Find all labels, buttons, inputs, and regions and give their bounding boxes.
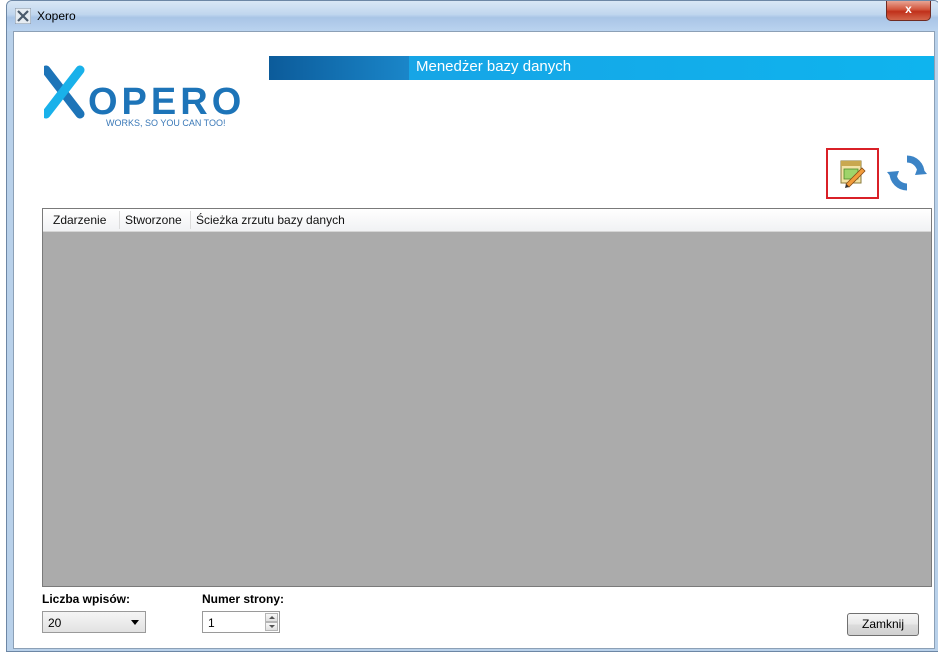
- spinner-down-button[interactable]: [265, 622, 278, 631]
- svg-text:OPERO: OPERO: [88, 81, 245, 123]
- edit-settings-icon: [840, 160, 866, 188]
- spinner-buttons: [265, 613, 278, 631]
- spinner-up-button[interactable]: [265, 613, 278, 622]
- window-close-button[interactable]: x: [886, 1, 931, 21]
- close-button[interactable]: Zamknij: [847, 613, 919, 636]
- xopero-x-icon: [15, 8, 31, 24]
- title-bar[interactable]: Xopero x: [7, 1, 938, 31]
- client-area: OPERO WORKS, SO YOU CAN TOO! Menedżer ba…: [13, 31, 935, 649]
- arrow-up-icon: [269, 616, 275, 619]
- page-number-label: Numer strony:: [202, 592, 285, 606]
- header-accent-bar: [269, 56, 409, 80]
- refresh-icon: [887, 155, 927, 191]
- xopero-logo: OPERO WORKS, SO YOU CAN TOO!: [41, 62, 264, 132]
- chevron-down-icon[interactable]: [131, 620, 139, 625]
- column-divider[interactable]: [119, 211, 120, 229]
- entries-count-label: Liczba wpisów:: [42, 592, 131, 606]
- table-header: Zdarzenie Stworzone Ścieżka zrzutu bazy …: [43, 209, 931, 232]
- entries-count-value: 20: [48, 616, 62, 630]
- column-header-event[interactable]: Zdarzenie: [53, 213, 106, 227]
- app-window: Xopero x OPERO WORKS, SO YOU CAN TOO! Me…: [6, 0, 938, 652]
- arrow-down-icon: [269, 625, 275, 628]
- column-header-dump-path[interactable]: Ścieżka zrzutu bazy danych: [196, 213, 345, 227]
- refresh-button[interactable]: [886, 152, 934, 200]
- logo-tagline: WORKS, SO YOU CAN TOO!: [106, 118, 226, 128]
- edit-settings-button[interactable]: [826, 148, 879, 199]
- database-dump-table[interactable]: Zdarzenie Stworzone Ścieżka zrzutu bazy …: [42, 208, 932, 587]
- page-title: Menedżer bazy danych: [416, 58, 572, 75]
- window-title: Xopero: [37, 9, 76, 23]
- page-number-spinner[interactable]: 1: [202, 611, 280, 633]
- page-number-value: 1: [208, 616, 215, 630]
- column-header-created[interactable]: Stworzone: [125, 213, 182, 227]
- column-divider[interactable]: [190, 211, 191, 229]
- entries-count-select[interactable]: 20: [42, 611, 146, 633]
